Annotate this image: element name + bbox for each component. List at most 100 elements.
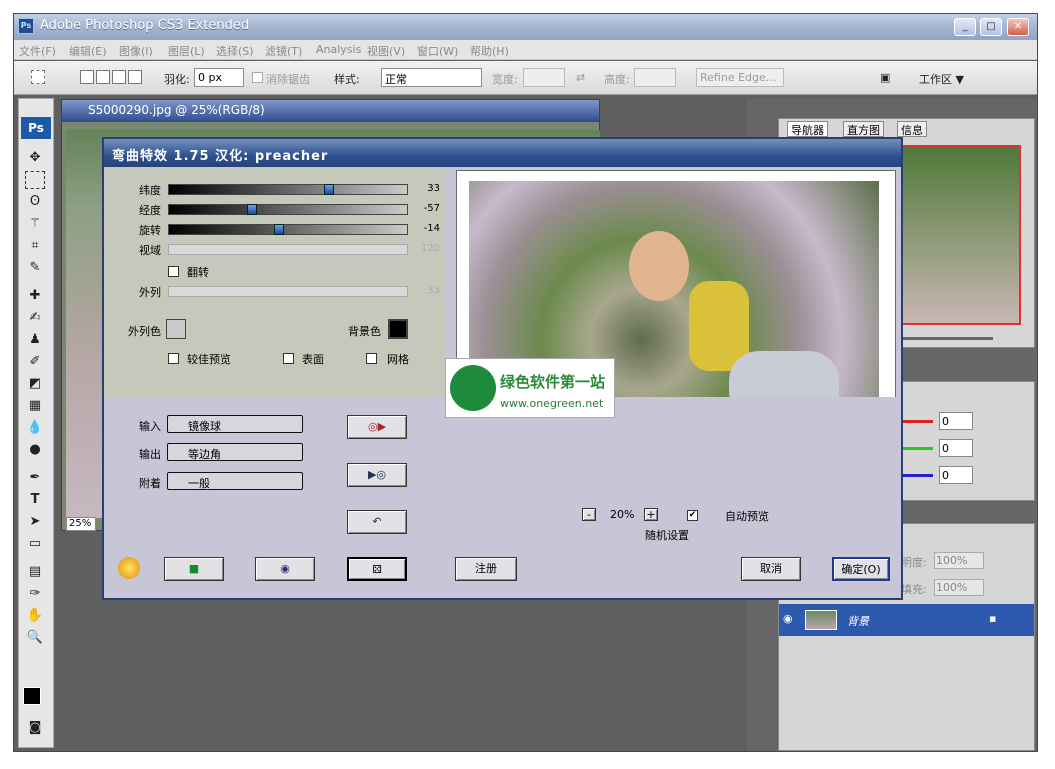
tab-navigator[interactable]: 导航器: [787, 121, 828, 137]
height-input[interactable]: [634, 68, 676, 87]
quick-mask-icon[interactable]: ◙: [25, 719, 45, 737]
eye-icon[interactable]: ◉: [783, 612, 793, 625]
zoom-out-button[interactable]: -: [582, 508, 596, 521]
marquee-tool-icon[interactable]: [31, 70, 45, 84]
menu-layer[interactable]: 图层(L): [168, 43, 205, 59]
hand-tool-icon[interactable]: ✋: [25, 607, 45, 625]
longitude-slider[interactable]: [168, 204, 408, 215]
workspace-icon[interactable]: ▣: [880, 71, 890, 84]
new-selection-icon[interactable]: [80, 70, 94, 84]
tab-histogram[interactable]: 直方图: [843, 121, 884, 137]
shape-tool-icon[interactable]: ▭: [25, 535, 45, 553]
zoom-tool-icon[interactable]: 🔍: [25, 629, 45, 647]
history-brush-icon[interactable]: ✐: [25, 353, 45, 371]
document-zoom[interactable]: 25%: [66, 517, 96, 531]
feather-input[interactable]: 0 px: [194, 68, 244, 87]
input-field[interactable]: 镜像球: [167, 415, 303, 433]
tab-info[interactable]: 信息: [897, 121, 927, 137]
red-slider[interactable]: [901, 420, 933, 423]
path-select-icon[interactable]: ➤: [25, 513, 45, 531]
eyedropper-icon[interactable]: ✑: [25, 585, 45, 603]
outer-color-swatch[interactable]: [166, 319, 186, 339]
subtract-selection-icon[interactable]: [112, 70, 126, 84]
maximize-button[interactable]: □: [980, 18, 1002, 36]
fov-slider[interactable]: [168, 244, 408, 255]
register-button[interactable]: 注册: [455, 557, 517, 581]
healing-brush-icon[interactable]: ✚: [25, 287, 45, 305]
magic-wand-icon[interactable]: ⚚: [25, 215, 45, 233]
flip-label: 翻转: [187, 266, 209, 279]
auto-preview-checkbox[interactable]: ✔: [687, 510, 698, 521]
workspace-button[interactable]: 工作区 ▼: [919, 71, 964, 87]
green-slider[interactable]: [901, 447, 933, 450]
outer-label: 外列: [139, 286, 161, 299]
output-field[interactable]: 等边角: [167, 443, 303, 461]
swap-icon[interactable]: ⇄: [576, 71, 585, 84]
close-button[interactable]: ✕: [1007, 18, 1029, 36]
menu-analysis[interactable]: Analysis: [316, 43, 361, 56]
intersect-selection-icon[interactable]: [128, 70, 142, 84]
blur-tool-icon[interactable]: 💧: [25, 419, 45, 437]
menu-help[interactable]: 帮助(H): [470, 43, 509, 59]
refine-edge-button[interactable]: Refine Edge...: [696, 68, 784, 87]
menu-filter[interactable]: 滤镜(T): [265, 43, 302, 59]
undo-button[interactable]: ↶: [347, 510, 407, 534]
longitude-knob[interactable]: [247, 204, 257, 215]
brush-tool-icon[interactable]: ✍: [25, 309, 45, 327]
rotation-knob[interactable]: [274, 224, 284, 235]
load-button[interactable]: ◎▶: [347, 415, 407, 439]
blue-slider[interactable]: [901, 474, 933, 477]
notes-tool-icon[interactable]: ▤: [25, 563, 45, 581]
save-button[interactable]: ▶◎: [347, 463, 407, 487]
attach-field[interactable]: 一般: [167, 472, 303, 490]
latitude-knob[interactable]: [324, 184, 334, 195]
menu-file[interactable]: 文件(F): [19, 43, 56, 59]
style-select[interactable]: 正常: [381, 68, 482, 87]
navigator-zoom-slider[interactable]: [903, 337, 993, 340]
grid-checkbox[interactable]: [366, 353, 377, 364]
menu-view[interactable]: 视图(V): [367, 43, 405, 59]
add-selection-icon[interactable]: [96, 70, 110, 84]
layer-name[interactable]: 背景: [847, 613, 869, 629]
green-value[interactable]: 0: [939, 439, 973, 457]
flip-checkbox[interactable]: [168, 266, 179, 277]
menu-edit[interactable]: 编辑(E): [69, 43, 107, 59]
layer-row[interactable]: ◉ 背景 ▪: [779, 604, 1034, 636]
navigator-thumbnail[interactable]: [897, 145, 1021, 325]
fill-input[interactable]: 100%: [934, 579, 984, 596]
random-settings-label[interactable]: 随机设置: [645, 527, 689, 543]
ok-button[interactable]: 确定(O): [832, 557, 890, 581]
bg-color-swatch[interactable]: [388, 319, 408, 339]
width-input[interactable]: [523, 68, 565, 87]
slice-tool-icon[interactable]: ✎: [25, 259, 45, 277]
outer-slider[interactable]: [168, 286, 408, 297]
clone-stamp-icon[interactable]: ♟: [25, 331, 45, 349]
dodge-tool-icon[interactable]: ●: [25, 441, 45, 459]
lasso-tool-icon[interactable]: ʘ: [25, 193, 45, 211]
square-mode-button[interactable]: ■: [164, 557, 224, 581]
menu-window[interactable]: 窗口(W): [417, 43, 458, 59]
blue-value[interactable]: 0: [939, 466, 973, 484]
gradient-tool-icon[interactable]: ▦: [25, 397, 45, 415]
marquee-tool-icon[interactable]: [25, 171, 45, 189]
cancel-button[interactable]: 取消: [741, 557, 801, 581]
circle-mode-button[interactable]: ◉: [255, 557, 315, 581]
zoom-in-button[interactable]: +: [644, 508, 658, 521]
eraser-tool-icon[interactable]: ◩: [25, 375, 45, 393]
pen-tool-icon[interactable]: ✒: [25, 469, 45, 487]
opacity-input[interactable]: 100%: [934, 552, 984, 569]
red-value[interactable]: 0: [939, 412, 973, 430]
type-tool-icon[interactable]: T: [25, 491, 45, 509]
menu-select[interactable]: 选择(S): [216, 43, 254, 59]
menu-image[interactable]: 图像(I): [119, 43, 153, 59]
antialias-checkbox[interactable]: [252, 72, 263, 83]
minimize-button[interactable]: _: [954, 18, 976, 36]
dice-button[interactable]: ⚄: [347, 557, 407, 581]
better-preview-checkbox[interactable]: [168, 353, 179, 364]
crop-tool-icon[interactable]: ⌗: [25, 237, 45, 255]
rotation-slider[interactable]: [168, 224, 408, 235]
foreground-color[interactable]: [23, 687, 41, 705]
move-tool-icon[interactable]: ✥: [25, 149, 45, 167]
latitude-slider[interactable]: [168, 184, 408, 195]
surface-checkbox[interactable]: [283, 353, 294, 364]
